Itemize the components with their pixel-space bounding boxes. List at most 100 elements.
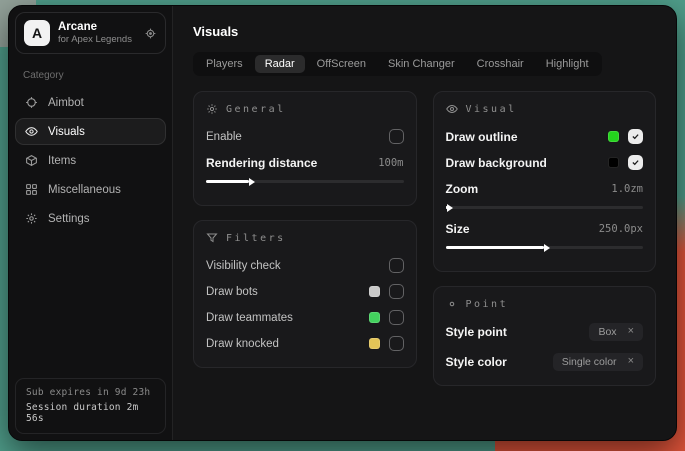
cube-icon [25,154,38,167]
draw-bots-label: Draw bots [206,286,258,298]
visibility-check-checkbox[interactable] [389,258,404,273]
rendering-distance-row: Rendering distance 100m [206,152,404,173]
app-subtitle: for Apex Legends [58,34,132,46]
gear-icon [25,212,38,225]
eye-icon [25,125,38,138]
tab-crosshair[interactable]: Crosshair [467,55,534,73]
visibility-check-label: Visibility check [206,260,281,272]
app-window: A Arcane for Apex Legends Category Aimbo… [8,5,677,441]
draw-background-row: Draw background [446,152,644,173]
slider-fill [206,180,249,183]
draw-bots-color-swatch[interactable] [369,286,380,297]
tab-highlight[interactable]: Highlight [536,55,599,73]
general-card-title: General [226,104,286,115]
style-color-label: Style color [446,355,507,369]
zoom-label: Zoom [446,182,479,196]
sidebar-item-aimbot[interactable]: Aimbot [15,89,166,116]
rendering-distance-label: Rendering distance [206,156,317,170]
draw-background-label: Draw background [446,156,547,170]
draw-teammates-color-swatch[interactable] [369,312,380,323]
draw-outline-color-swatch[interactable] [608,131,619,142]
size-label: Size [446,222,470,236]
dot-icon [446,298,458,310]
remove-icon[interactable]: × [628,326,634,337]
visuals-tabbar: Players Radar OffScreen Skin Changer Cro… [193,52,602,76]
sub-expires-text: Sub expires in 9d 23h [26,387,155,398]
logo-text: Arcane for Apex Legends [58,20,132,46]
filters-card-title: Filters [226,233,286,244]
style-color-row: Style color Single color × [446,351,644,372]
page-title: Visuals [193,24,660,39]
filters-card: Filters Visibility check Draw bots [193,220,417,368]
slider-fill [446,206,448,209]
sidebar-item-label: Miscellaneous [48,184,121,196]
draw-outline-row: Draw outline [446,126,644,147]
style-point-row: Style point Box × [446,321,644,342]
general-card-header: General [206,103,404,115]
style-point-select[interactable]: Box × [589,323,643,341]
rendering-distance-value: 100m [378,157,403,169]
draw-outline-checkbox[interactable] [628,129,643,144]
draw-bots-row: Draw bots [206,281,404,302]
enable-label: Enable [206,131,242,143]
sidebar-item-settings[interactable]: Settings [15,205,166,232]
tab-players[interactable]: Players [196,55,253,73]
sidebar-item-label: Aimbot [48,97,84,109]
visibility-check-row: Visibility check [206,255,404,276]
draw-teammates-label: Draw teammates [206,312,293,324]
draw-knocked-label: Draw knocked [206,338,279,350]
sidebar: A Arcane for Apex Legends Category Aimbo… [9,6,173,440]
eye-icon [446,103,458,115]
session-duration-text: Session duration 2m 56s [26,402,155,424]
draw-background-checkbox[interactable] [628,155,643,170]
draw-teammates-checkbox[interactable] [389,310,404,325]
sidebar-item-miscellaneous[interactable]: Miscellaneous [15,176,166,203]
sidebar-item-items[interactable]: Items [15,147,166,174]
style-color-select[interactable]: Single color × [553,353,643,371]
visual-card-header: Visual [446,103,644,115]
size-slider[interactable] [446,246,644,249]
logo-card: A Arcane for Apex Legends [15,12,166,54]
gear-icon [206,103,218,115]
draw-outline-label: Draw outline [446,130,518,144]
draw-knocked-checkbox[interactable] [389,336,404,351]
sidebar-item-label: Items [48,155,76,167]
point-card-header: Point [446,298,644,310]
funnel-icon [206,232,218,244]
size-value: 250.0px [599,223,643,235]
draw-background-color-swatch[interactable] [608,157,619,168]
size-row: Size 250.0px [446,218,644,239]
subscription-info-card: Sub expires in 9d 23h Session duration 2… [15,378,166,434]
target-gear-icon[interactable] [144,27,157,40]
sidebar-item-visuals[interactable]: Visuals [15,118,166,145]
point-card: Point Style point Box × Style color Sing… [433,286,657,386]
draw-knocked-row: Draw knocked [206,333,404,354]
sidebar-item-label: Settings [48,213,90,225]
tab-radar[interactable]: Radar [255,55,305,73]
tab-skin-changer[interactable]: Skin Changer [378,55,465,73]
style-point-label: Style point [446,325,507,339]
remove-icon[interactable]: × [628,356,634,367]
point-card-title: Point [466,299,509,310]
zoom-value: 1.0zm [611,183,643,195]
crosshair-icon [25,96,38,109]
visual-card-title: Visual [466,104,517,115]
category-label: Category [15,62,166,88]
zoom-slider[interactable] [446,206,644,209]
main-content: Visuals Players Radar OffScreen Skin Cha… [173,6,676,440]
sidebar-item-label: Visuals [48,126,85,138]
zoom-row: Zoom 1.0zm [446,178,644,199]
rendering-distance-slider[interactable] [206,180,404,183]
filters-card-header: Filters [206,232,404,244]
draw-bots-checkbox[interactable] [389,284,404,299]
style-color-value: Single color [562,356,617,368]
grid-icon [25,183,38,196]
visual-card: Visual Draw outline Draw background [433,91,657,272]
app-title: Arcane [58,20,132,34]
enable-checkbox[interactable] [389,129,404,144]
app-logo: A [24,20,50,46]
general-card: General Enable Rendering distance 100m [193,91,417,206]
draw-teammates-row: Draw teammates [206,307,404,328]
draw-knocked-color-swatch[interactable] [369,338,380,349]
tab-offscreen[interactable]: OffScreen [307,55,376,73]
